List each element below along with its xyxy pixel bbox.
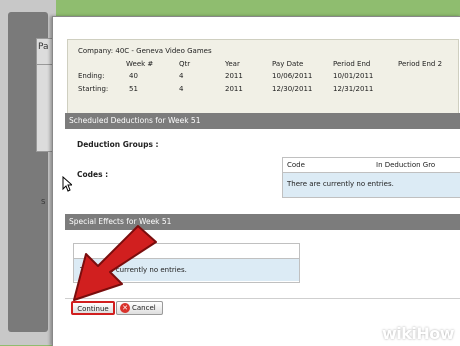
ending-period-end: 10/01/2011 bbox=[333, 72, 374, 80]
starting-period-end: 12/31/2011 bbox=[333, 85, 374, 93]
wikihow-watermark: wikiHow bbox=[381, 324, 455, 343]
ending-pay-date: 10/06/2011 bbox=[272, 72, 313, 80]
column-header-pay-date: Pay Date bbox=[272, 60, 304, 68]
codes-empty-row: There are currently no entries. bbox=[283, 173, 460, 197]
column-header-period-end-2: Period End 2 bbox=[398, 60, 443, 68]
ending-qtr: 4 bbox=[179, 72, 184, 80]
ending-year: 2011 bbox=[225, 72, 243, 80]
starting-pay-date: 12/30/2011 bbox=[272, 85, 313, 93]
starting-week: 51 bbox=[129, 85, 138, 93]
red-pointer-arrow-icon bbox=[73, 225, 157, 301]
column-header-qtr: Qtr bbox=[179, 60, 191, 68]
company-line: Company: 40C - Geneva Video Games bbox=[78, 47, 212, 55]
codes-table-header: Code In Deduction Gro bbox=[283, 158, 460, 173]
watermark-wiki: wiki bbox=[381, 324, 417, 343]
codes-column-code[interactable]: Code bbox=[287, 158, 305, 172]
starting-qtr: 4 bbox=[179, 85, 184, 93]
ending-week: 40 bbox=[129, 72, 138, 80]
row-label-ending: Ending: bbox=[78, 72, 105, 80]
info-row-ending: Ending: 40 4 2011 10/06/2011 10/01/2011 bbox=[68, 72, 458, 82]
info-header-row: Week # Qtr Year Pay Date Period End Peri… bbox=[68, 60, 458, 70]
mouse-cursor-icon bbox=[62, 176, 72, 192]
info-row-starting: Starting: 51 4 2011 12/30/2011 12/31/201… bbox=[68, 85, 458, 95]
deduction-groups-label: Deduction Groups : bbox=[77, 140, 159, 149]
codes-column-in-deduction-group[interactable]: In Deduction Gro bbox=[376, 158, 435, 172]
cancel-icon: ✕ bbox=[120, 303, 130, 313]
row-label-starting: Starting: bbox=[78, 85, 109, 93]
column-header-period-end: Period End bbox=[333, 60, 371, 68]
background-text-fragment-2: S bbox=[41, 198, 46, 206]
cancel-button-label: Cancel bbox=[132, 304, 156, 312]
column-header-week: Week # bbox=[126, 60, 154, 68]
scheduled-deductions-header: Scheduled Deductions for Week 51 bbox=[65, 113, 460, 129]
watermark-how: How bbox=[416, 324, 454, 343]
column-header-year: Year bbox=[225, 60, 240, 68]
codes-table: Code In Deduction Gro There are currentl… bbox=[282, 157, 460, 198]
background-text-fragment: Pa bbox=[38, 42, 49, 52]
codes-label: Codes : bbox=[77, 170, 109, 179]
company-info-box: Company: 40C - Geneva Video Games Week #… bbox=[67, 39, 459, 117]
starting-year: 2011 bbox=[225, 85, 243, 93]
